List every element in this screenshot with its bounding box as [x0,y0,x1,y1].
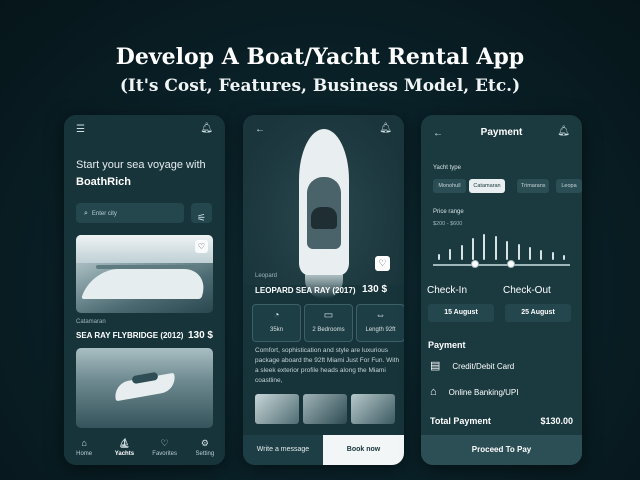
brand-name: BoathRich [76,176,131,188]
gear-icon: ⚙︎ [200,438,209,448]
listing-price: 130 $ [187,330,213,341]
listing-name[interactable]: SEA RAY FLYBRIDGE (2012) [76,331,183,340]
listing-image[interactable] [76,235,213,313]
nav-item-home[interactable]: ⌂ Home [65,438,103,458]
book-now-button[interactable]: Book now [323,435,404,465]
detail-category: Leopard [255,273,278,279]
gallery-thumbnail[interactable] [255,394,299,424]
proceed-to-pay-button[interactable]: Proceed To Pay [421,435,582,465]
total-value: $130.00 [540,416,573,426]
yacht-type-chip[interactable]: Trimarans [517,179,549,193]
histogram-bar [449,249,452,260]
bottom-nav: ⌂ Home ⛵︎ Yachts ♡ Favorites ⚙︎ Setting [64,433,225,465]
search-placeholder: Enter city [91,211,117,217]
histogram-bar [506,240,509,260]
detail-name: LEOPARD SEA RAY (2017) [255,286,356,295]
detail-description: Comfort, sophistication and style are lu… [255,347,400,384]
spec-value: 2 Bedrooms [312,327,345,333]
payment-screen: ← Payment 🔔︎ Yacht type Monohull Catamar… [421,115,582,465]
speed-icon: ◔ [273,310,280,321]
search-icon: ⌕ [84,210,88,217]
price-slider-track[interactable] [433,264,570,266]
home-icon: ⌂ [81,438,87,448]
search-input[interactable]: ⌕ Enter city [76,203,184,223]
histogram-bar [483,234,486,260]
image-sky [76,235,213,263]
listing-image-2[interactable] [76,348,213,428]
nav-label: Favorites [152,451,177,457]
price-histogram [433,234,570,260]
payment-option-label: Online Banking/UPI [448,388,519,397]
nav-item-yachts[interactable]: ⛵︎ Yachts [105,438,143,458]
nav-label: Setting [195,451,215,457]
nav-item-setting[interactable]: ⚙︎ Setting [186,438,224,458]
home-screen: ☰ 🔔︎ Start your sea voyage with BoathRic… [64,115,225,465]
price-range-value: $200 - $600 [433,221,463,227]
bed-icon: ▭ [323,310,334,321]
boat-icon: ⛵︎ [118,438,131,448]
heart-icon: ♡ [160,438,169,448]
payment-option-bank[interactable]: ⌂ Online Banking/UPI [430,387,518,398]
price-slider-min-handle[interactable] [471,260,479,268]
histogram-bar [529,247,532,260]
spec-speed: ◔ 35kn [252,304,301,342]
yacht-windshield [311,207,337,229]
price-range-label: Price range [433,209,464,215]
favorite-heart-icon[interactable]: ♡ [195,240,208,253]
spec-length: ⇔ Length 92ft [356,304,404,342]
menu-icon[interactable]: ☰ [76,125,85,135]
page-title: Develop A Boat/Yacht Rental App [115,44,525,70]
detail-price: 130 $ [362,284,388,295]
histogram-bar [551,252,554,260]
yacht-type-chip-selected[interactable]: Catamaran [469,179,505,193]
total-label: Total Payment [430,416,491,426]
filter-icon: ⚟ [197,213,206,224]
payment-section-label: Payment [428,340,466,350]
histogram-bar [540,250,543,260]
spec-bedrooms: ▭ 2 Bedrooms [304,304,353,342]
histogram-bar [494,236,497,260]
payment-option-card[interactable]: ▤ Credit/Debit Card [430,361,514,372]
spec-value: 35kn [269,327,283,333]
spec-value: Length 92ft [365,327,396,333]
bank-icon: ⌂ [430,386,437,398]
back-arrow-icon[interactable]: ← [255,125,265,135]
nav-label: Yachts [114,451,135,457]
bell-icon[interactable]: 🔔︎ [557,127,570,137]
yacht-type-label: Yacht type [433,165,461,171]
histogram-bar [460,244,463,260]
image-deck [81,269,211,299]
histogram-bar [563,254,566,260]
nav-label: Home [76,451,93,457]
filter-button[interactable]: ⚟ [191,203,212,224]
nav-item-favorites[interactable]: ♡ Favorites [146,438,184,458]
payment-option-label: Credit/Debit Card [452,362,515,371]
check-out-date[interactable]: 25 August [505,304,571,322]
write-message-button[interactable]: Write a message [243,435,323,465]
card-icon: ▤ [430,360,441,372]
listing-category: Catamaran [76,319,106,325]
bell-icon[interactable]: 🔔︎ [379,124,392,134]
price-slider-max-handle[interactable] [507,260,515,268]
page-subtitle: (It's Cost, Features, Business Model, Et… [119,76,521,96]
yacht-type-chip[interactable]: Monohull [433,179,466,193]
gallery-thumbnail[interactable] [351,394,395,424]
gallery-thumbnail[interactable] [303,394,347,424]
check-in-label: Check-In [427,285,468,296]
detail-screen: ← 🔔︎ ♡ Leopard LEOPARD SEA RAY (2017) 13… [243,115,404,465]
check-out-label: Check-Out [503,285,551,296]
favorite-heart-icon[interactable]: ♡ [375,256,390,271]
bell-icon[interactable]: 🔔︎ [200,124,213,134]
histogram-bar [517,243,520,260]
ruler-icon: ⇔ [375,310,386,321]
histogram-bar [471,238,474,260]
greeting-text: Start your sea voyage with [76,159,206,171]
yacht-type-chip[interactable]: Leopa [556,179,582,193]
histogram-bar [437,253,440,260]
check-in-date[interactable]: 15 August [428,304,494,322]
